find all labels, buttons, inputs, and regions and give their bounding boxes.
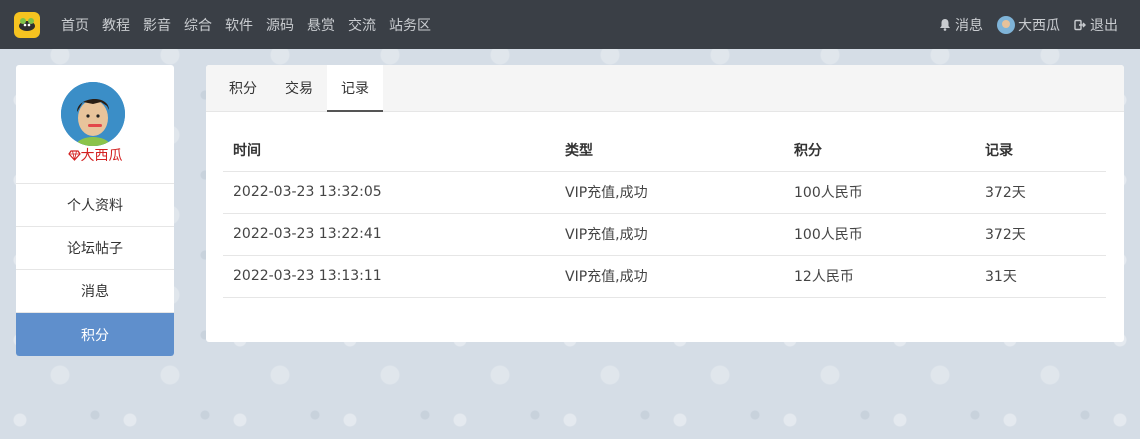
cell-record: 372天 — [975, 171, 1106, 214]
user-sidebar: 大西瓜 个人资料 论坛帖子 消息 积分 — [16, 65, 174, 356]
messages-label: 消息 — [955, 17, 983, 34]
cell-time: 2022-03-23 13:32:05 — [223, 171, 555, 214]
cell-type: VIP充值,成功 — [555, 171, 784, 214]
logout-link[interactable]: 退出 — [1074, 15, 1118, 35]
nav-link-discussion[interactable]: 交流 — [348, 15, 376, 35]
avatar — [997, 15, 1015, 34]
table-header-row: 时间 类型 积分 记录 — [223, 129, 1106, 172]
profile-username[interactable]: 大西瓜 — [16, 145, 174, 165]
tab-points[interactable]: 积分 — [215, 65, 271, 111]
cell-record: 31天 — [975, 255, 1106, 298]
diamond-icon — [67, 150, 81, 161]
table-row: 2022-03-23 13:32:05 VIP充值,成功 100人民币 372天 — [223, 171, 1106, 214]
nav-link-software[interactable]: 软件 — [225, 15, 253, 35]
messages-link[interactable]: 消息 — [939, 15, 983, 35]
sidebar-item-messages[interactable]: 消息 — [16, 270, 174, 313]
main-nav: 首页 教程 影音 综合 软件 源码 悬赏 交流 站务区 — [61, 0, 444, 49]
cell-time: 2022-03-23 13:22:41 — [223, 213, 555, 256]
cell-points: 12人民币 — [784, 255, 975, 298]
records-table: 时间 类型 积分 记录 2022-03-23 13:32:05 VIP充值,成功… — [223, 129, 1106, 298]
cell-record: 372天 — [975, 213, 1106, 256]
nav-link-media[interactable]: 影音 — [143, 15, 171, 35]
sidebar-item-profile[interactable]: 个人资料 — [16, 184, 174, 227]
nav-link-bounty[interactable]: 悬赏 — [307, 15, 335, 35]
logout-label: 退出 — [1090, 17, 1118, 34]
user-nav: 消息 大西瓜 退出 — [925, 0, 1118, 49]
table-row: 2022-03-23 13:22:41 VIP充值,成功 100人民币 372天 — [223, 213, 1106, 256]
cell-type: VIP充值,成功 — [555, 255, 784, 298]
column-header-time: 时间 — [223, 129, 555, 172]
cell-type: VIP充值,成功 — [555, 213, 784, 256]
bell-icon — [940, 19, 950, 31]
sidebar-item-points[interactable]: 积分 — [16, 313, 174, 356]
column-header-record: 记录 — [975, 129, 1106, 172]
cell-points: 100人民币 — [784, 213, 975, 256]
main-panel: 积分 交易 记录 时间 类型 积分 记录 2022-03-23 13:32:05… — [206, 65, 1124, 342]
cell-time: 2022-03-23 13:13:11 — [223, 255, 555, 298]
profile-card: 大西瓜 — [16, 65, 174, 184]
nav-link-general[interactable]: 综合 — [184, 15, 212, 35]
nav-username: 大西瓜 — [1018, 17, 1060, 34]
table-row: 2022-03-23 13:13:11 VIP充值,成功 12人民币 31天 — [223, 255, 1106, 298]
column-header-type: 类型 — [555, 129, 784, 172]
tab-bar: 积分 交易 记录 — [206, 65, 1124, 112]
nav-link-site-affairs[interactable]: 站务区 — [389, 15, 431, 35]
tab-records[interactable]: 记录 — [327, 65, 383, 112]
avatar[interactable] — [61, 82, 125, 146]
nav-link-source[interactable]: 源码 — [266, 15, 294, 35]
nav-link-tutorials[interactable]: 教程 — [102, 15, 130, 35]
tab-transactions[interactable]: 交易 — [271, 65, 327, 111]
cell-points: 100人民币 — [784, 171, 975, 214]
user-profile-link[interactable]: 大西瓜 — [997, 15, 1060, 35]
sidebar-item-forum-posts[interactable]: 论坛帖子 — [16, 227, 174, 270]
nav-link-home[interactable]: 首页 — [61, 15, 89, 35]
fly-logo-icon[interactable] — [14, 12, 40, 38]
top-navbar: 首页 教程 影音 综合 软件 源码 悬赏 交流 站务区 消息 大西瓜 退出 — [0, 0, 1140, 49]
logout-icon — [1074, 19, 1086, 30]
column-header-points: 积分 — [784, 129, 975, 172]
profile-username-label: 大西瓜 — [80, 148, 123, 164]
